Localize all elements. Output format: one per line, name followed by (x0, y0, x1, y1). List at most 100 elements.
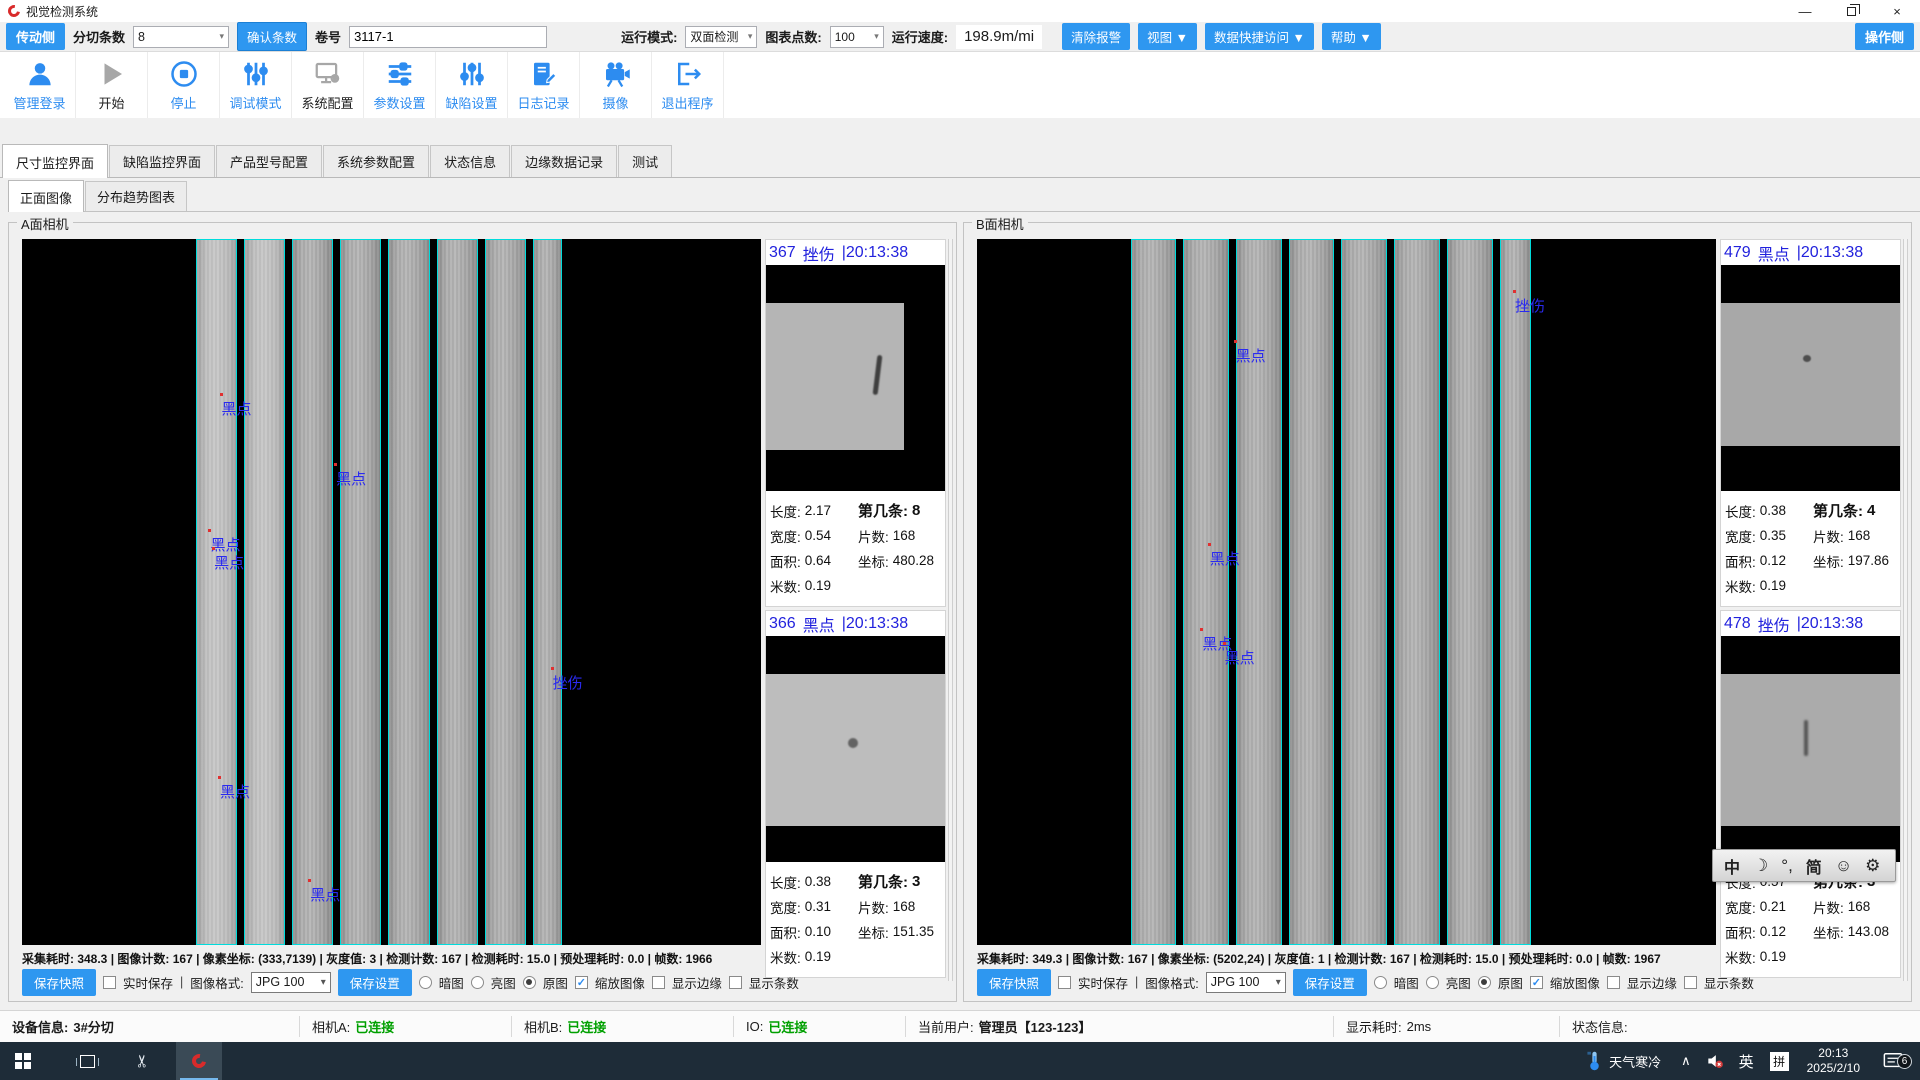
image-mode-radio-0[interactable] (419, 976, 432, 989)
image-format-select[interactable]: JPG 100▾ (1206, 972, 1286, 993)
user-icon (25, 58, 55, 90)
notification-badge: 6 (1897, 1054, 1912, 1069)
tool-sliders-v2-button[interactable]: 缺陷设置 (436, 52, 508, 118)
defect-stat: 片数:168 (858, 523, 941, 548)
realtime-save-checkbox[interactable] (1058, 976, 1071, 989)
image-option-checkbox-1[interactable] (652, 976, 665, 989)
vision-app-taskbar-button[interactable] (176, 1042, 222, 1080)
defect-overlay-label: 黑点 (214, 552, 244, 573)
volume-muted-button[interactable] (1701, 1051, 1729, 1071)
subtab-1[interactable]: 分布趋势图表 (85, 181, 187, 211)
ime-moon-icon[interactable]: ☽ (1753, 856, 1768, 876)
tool-stop-button[interactable]: 停止 (148, 52, 220, 118)
current-user-label: 当前用户: (918, 1017, 974, 1036)
confirm-strips-button[interactable]: 确认条数 (237, 22, 307, 51)
roll-input[interactable] (349, 26, 547, 48)
material-strip (1447, 239, 1493, 945)
image-mode-radio-0[interactable] (1374, 976, 1387, 989)
camera-a-image: 黑点黑点黑点黑点挫伤黑点黑点 (22, 239, 761, 945)
status-bar: 设备信息: 3#分切 相机A: 已连接 相机B: 已连接 IO: 已连接 当前用… (0, 1010, 1920, 1042)
defect-stats: 长度:0.38第几条:4宽度:0.35片数:168面积:0.12坐标:197.8… (1721, 491, 1900, 598)
material-strip (244, 239, 285, 945)
image-option-label-1: 显示边缘 (1627, 973, 1677, 992)
tool-sliders-v-button[interactable]: 调试模式 (220, 52, 292, 118)
save-snapshot-button[interactable]: 保存快照 (22, 969, 96, 996)
strip-group (1131, 239, 1532, 945)
save-settings-button[interactable]: 保存设置 (1293, 969, 1367, 996)
view-menu-button[interactable]: 视图 ▼ (1138, 23, 1197, 50)
tool-log-edit-button[interactable]: 日志记录 (508, 52, 580, 118)
chevron-down-icon: ▾ (1276, 977, 1281, 988)
ime-lang-cn[interactable]: 中 (1724, 854, 1740, 878)
help-menu-button[interactable]: 帮助 ▼ (1322, 23, 1381, 50)
transmission-side-button[interactable]: 传动侧 (6, 23, 65, 50)
clear-alarm-button[interactable]: 清除报警 (1062, 23, 1130, 50)
tab-1[interactable]: 缺陷监控界面 (109, 145, 215, 177)
tool-user-button[interactable]: 管理登录 (4, 52, 76, 118)
taskbar: ✂ 天气寒冷 ∧ 英 (0, 1042, 1920, 1080)
tool-camera-button[interactable]: 摄像 (580, 52, 652, 118)
defect-type: 黑点 (803, 612, 835, 636)
image-option-checkbox-2[interactable] (1684, 976, 1697, 989)
task-view-button[interactable] (64, 1042, 110, 1080)
minimize-button[interactable]: — (1782, 0, 1828, 22)
image-mode-radio-2[interactable] (523, 976, 536, 989)
defect-stat: 长度:2.17 (770, 498, 858, 523)
tab-0[interactable]: 尺寸监控界面 (2, 144, 108, 178)
image-mode-radio-1[interactable] (1426, 976, 1439, 989)
defect-id: 367 (769, 244, 796, 262)
language-indicator[interactable]: 英 (1733, 1051, 1760, 1072)
clock-widget[interactable]: 20:13 2025/2/10 (1799, 1046, 1868, 1076)
sliders-h-icon (385, 58, 415, 90)
image-option-checkbox-0[interactable]: ✓ (575, 976, 588, 989)
start-button[interactable] (0, 1042, 46, 1080)
strip-count-select[interactable]: 8 ▾ (133, 26, 229, 48)
operation-side-button[interactable]: 操作侧 (1855, 23, 1914, 50)
image-mode-radio-1[interactable] (471, 976, 484, 989)
camera-b-stats-line: 采集耗时: 349.3 | 图像计数: 167 | 像素坐标: (5202,24… (977, 950, 1661, 967)
image-option-checkbox-1[interactable] (1607, 976, 1620, 989)
defect-stat: 片数:168 (858, 894, 941, 919)
scrollbar[interactable] (1903, 239, 1908, 981)
defect-overlay-label: 黑点 (1225, 647, 1255, 668)
tool-exit-button[interactable]: 退出程序 (652, 52, 724, 118)
ime-punct-icon[interactable]: °, (1781, 856, 1793, 876)
ime-simplified[interactable]: 简 (1806, 854, 1822, 878)
realtime-save-checkbox[interactable] (103, 976, 116, 989)
tool-play-button[interactable]: 开始 (76, 52, 148, 118)
run-mode-select[interactable]: 双面检测 ▾ (685, 26, 757, 48)
ime-settings-icon[interactable]: ⚙ (1865, 856, 1880, 876)
ime-mode-indicator[interactable]: 拼 (1770, 1052, 1789, 1071)
image-format-select[interactable]: JPG 100▾ (251, 972, 331, 993)
tab-6[interactable]: 测试 (618, 145, 672, 177)
stat-label: 长度: (1725, 501, 1756, 521)
ime-emoji-icon[interactable]: ☺ (1835, 856, 1852, 876)
defect-stat: 第几条:8 (858, 498, 941, 523)
tab-5[interactable]: 边缘数据记录 (511, 145, 617, 177)
image-option-checkbox-0[interactable]: ✓ (1530, 976, 1543, 989)
tab-2[interactable]: 产品型号配置 (216, 145, 322, 177)
stat-label: 米数: (770, 947, 801, 967)
action-center-button[interactable]: 6 (1872, 1051, 1914, 1071)
image-mode-radio-2[interactable] (1478, 976, 1491, 989)
close-button[interactable]: × (1874, 0, 1920, 22)
tool-monitor-gear-button[interactable]: 系统配置 (292, 52, 364, 118)
save-settings-button[interactable]: 保存设置 (338, 969, 412, 996)
data-quick-access-button[interactable]: 数据快捷访问 ▼ (1205, 23, 1314, 50)
tray-expand-button[interactable]: ∧ (1675, 1053, 1697, 1069)
tab-3[interactable]: 系统参数配置 (323, 145, 429, 177)
defect-time: |20:13:38 (1797, 244, 1863, 262)
image-option-checkbox-2[interactable] (729, 976, 742, 989)
tab-4[interactable]: 状态信息 (430, 145, 510, 177)
snipping-tool-button[interactable]: ✂ (120, 1042, 166, 1080)
defect-card: 366黑点|20:13:38长度:0.38第几条:3宽度:0.31片数:168面… (765, 610, 946, 978)
subtab-0[interactable]: 正面图像 (8, 180, 84, 212)
scrollbar[interactable] (948, 239, 953, 981)
camera-b-controls: 保存快照实时保存|图像格式:JPG 100▾保存设置暗图亮图原图✓缩放图像显示边… (977, 969, 1754, 995)
weather-widget[interactable]: 天气寒冷 (1576, 1050, 1671, 1072)
stat-value: 0.19 (1760, 578, 1786, 593)
tool-sliders-h-button[interactable]: 参数设置 (364, 52, 436, 118)
chart-points-select[interactable]: 100 ▾ (830, 26, 884, 48)
save-snapshot-button[interactable]: 保存快照 (977, 969, 1051, 996)
maximize-button[interactable] (1828, 0, 1874, 22)
